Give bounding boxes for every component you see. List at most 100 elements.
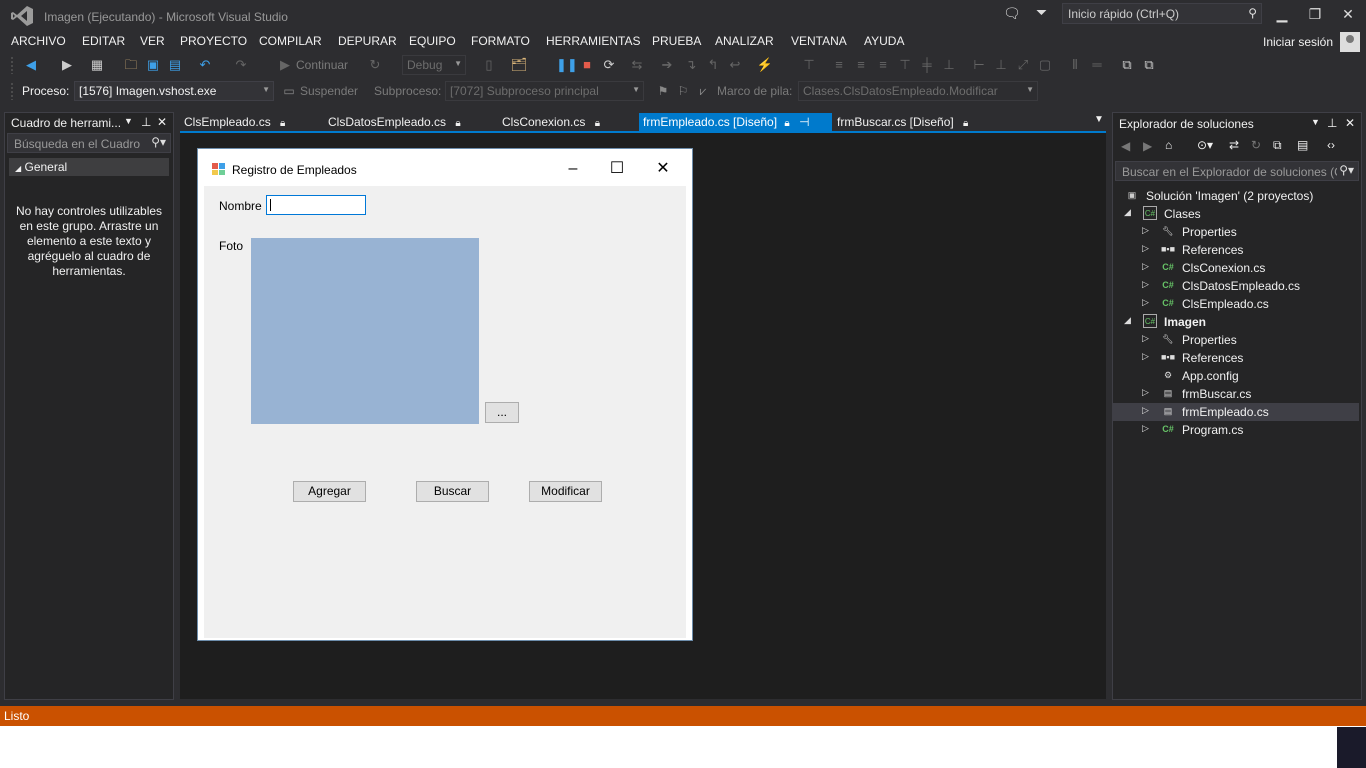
align-left-icon[interactable]: ≡ [830, 56, 848, 74]
toolbox-search-input[interactable]: Búsqueda en el Cuadro ⚲▾ [7, 133, 171, 153]
tree-project-imagen[interactable]: ◢ C# Imagen [1113, 313, 1359, 331]
close-button[interactable]: ✕ [1331, 4, 1365, 24]
sync-icon[interactable]: ⇄ [1229, 138, 1239, 152]
show-threads-icon[interactable]: ⩗ [694, 82, 712, 100]
redo-icon[interactable]: ↷ [232, 56, 250, 74]
make-same-width-icon[interactable]: ⊢ [970, 56, 988, 74]
hex-display-icon[interactable]: ⚡ [756, 56, 774, 74]
minimize-button[interactable]: ▁ [1265, 4, 1299, 24]
align-top-icon[interactable]: ⊤ [896, 56, 914, 74]
menu-equipo[interactable]: EQUIPO [409, 34, 456, 48]
tree-item-app-config[interactable]: ⚙ App.config [1113, 367, 1359, 385]
send-to-back-icon[interactable]: ⧉ [1140, 56, 1158, 74]
make-same-size-icon[interactable]: ▢ [1036, 56, 1054, 74]
tab-clsconexion[interactable]: ClsConexion.cs 🔒︎ [498, 113, 604, 131]
save-icon[interactable]: ▣ [144, 56, 162, 74]
browse-button[interactable]: ... [485, 402, 519, 423]
tab-list-dropdown-icon[interactable]: ▼ [1094, 114, 1104, 125]
agregar-button[interactable]: Agregar [293, 481, 366, 502]
align-icon[interactable]: ⊤ [800, 56, 818, 74]
tree-item-clsdatosempleado[interactable]: ▷ C# ClsDatosEmpleado.cs [1113, 277, 1359, 295]
pin-icon[interactable]: ⊥ [1327, 116, 1337, 130]
continue-icon[interactable]: ▶ [276, 56, 294, 74]
make-same-height-icon[interactable]: ⊥ [992, 56, 1010, 74]
align-center-icon[interactable]: ≡ [852, 56, 870, 74]
toolbox-group-general[interactable]: ◢ General [9, 158, 169, 176]
tree-item-properties[interactable]: ▷ 🔧︎ Properties [1113, 223, 1359, 241]
configuration-dropdown[interactable]: Debug ▼ [402, 55, 466, 75]
tree-item-frmempleado[interactable]: ▷ ▤ frmEmpleado.cs [1113, 403, 1359, 421]
step-over-icon[interactable]: ↴ [682, 56, 700, 74]
show-all-files-icon[interactable]: ▤ [1297, 138, 1308, 152]
collapse-all-icon[interactable]: ⧉ [1273, 138, 1282, 153]
home-icon[interactable]: ⌂ [1165, 138, 1172, 152]
horizontal-spacing-icon[interactable]: ⫴ [1066, 56, 1084, 74]
stack-frame-dropdown[interactable]: Clases.ClsDatosEmpleado.Modificar ▼ [798, 81, 1038, 101]
menu-prueba[interactable]: PRUEBA [652, 34, 701, 48]
bring-to-front-icon[interactable]: ⧉ [1118, 56, 1136, 74]
toolbar-grip[interactable] [10, 56, 14, 74]
tree-item-clsempleado[interactable]: ▷ C# ClsEmpleado.cs [1113, 295, 1359, 313]
new-project-icon[interactable]: ▦ [88, 56, 106, 74]
flag-all-threads-icon[interactable]: ⚐ [674, 82, 692, 100]
dropdown-icon[interactable]: ▼ [1311, 117, 1320, 127]
menu-ver[interactable]: VER [140, 34, 165, 48]
form-close-icon[interactable]: ✕ [648, 157, 678, 181]
refresh-icon[interactable]: ↻ [1251, 138, 1261, 152]
open-folder-icon[interactable]: 🗀 [122, 56, 140, 74]
forward-icon[interactable]: ▶ [58, 56, 76, 74]
solution-explorer-search-input[interactable]: Buscar en el Explorador de soluciones (C… [1115, 161, 1359, 181]
back-icon[interactable]: ◀ [22, 56, 40, 74]
step-out-icon[interactable]: ↰ [704, 56, 722, 74]
suspend-button[interactable]: Suspender [300, 84, 358, 98]
menu-herramientas[interactable]: HERRAMIENTAS [546, 34, 640, 48]
continue-button[interactable]: Continuar [296, 58, 348, 72]
tree-item-properties[interactable]: ▷ 🔧︎ Properties [1113, 331, 1359, 349]
pause-icon[interactable]: ❚❚ [556, 56, 578, 74]
forward-icon[interactable]: ▶ [1143, 139, 1152, 153]
menu-archivo[interactable]: ARCHIVO [11, 34, 66, 48]
tab-clsdatosempleado[interactable]: ClsDatosEmpleado.cs 🔒︎ [324, 113, 465, 131]
menu-ayuda[interactable]: AYUDA [864, 34, 904, 48]
process-dropdown[interactable]: [1576] Imagen.vshost.exe ▼ [74, 81, 274, 101]
platform-icon[interactable]: ▯ [480, 56, 498, 74]
show-next-statement-icon[interactable]: ⇆ [628, 56, 646, 74]
dropdown-icon[interactable]: ▼ [124, 116, 133, 126]
designer-form[interactable]: Registro de Empleados – ☐ ✕ Nombre Foto … [197, 148, 693, 641]
debug-toolbar-grip[interactable] [10, 82, 14, 100]
view-code-icon[interactable]: ‹› [1327, 138, 1335, 152]
tree-item-clsconexion[interactable]: ▷ C# ClsConexion.cs [1113, 259, 1359, 277]
nombre-textbox[interactable] [266, 195, 366, 215]
step-into-icon[interactable]: ➔ [658, 56, 676, 74]
menu-formato[interactable]: FORMATO [471, 34, 530, 48]
menu-compilar[interactable]: COMPILAR [259, 34, 322, 48]
restore-button[interactable]: ❐ [1298, 4, 1332, 24]
align-right-icon[interactable]: ≡ [874, 56, 892, 74]
form-minimize-icon[interactable]: – [558, 157, 588, 181]
tree-project-clases[interactable]: ◢ C# Clases [1113, 205, 1359, 223]
tab-frmempleado-design[interactable]: frmEmpleado.cs [Diseño] 🔒︎ ⊣ ✕ [639, 113, 832, 143]
modificar-button[interactable]: Modificar [529, 481, 602, 502]
feedback-icon[interactable]: 🗨 [1003, 5, 1021, 22]
pin-icon[interactable]: ⊥ [141, 115, 151, 129]
align-bottom-icon[interactable]: ⊥ [940, 56, 958, 74]
menu-proyecto[interactable]: PROYECTO [180, 34, 247, 48]
pending-changes-icon[interactable]: ⊙▾ [1197, 138, 1213, 152]
tree-item-references[interactable]: ▷ ■▪■ References [1113, 349, 1359, 367]
close-icon[interactable]: ✕ [157, 115, 167, 129]
menu-ventana[interactable]: VENTANA [791, 34, 847, 48]
avatar[interactable] [1340, 32, 1360, 52]
tree-solution[interactable]: ▣ Solución 'Imagen' (2 proyectos) [1113, 187, 1359, 205]
flag-thread-icon[interactable]: ⚑ [654, 82, 672, 100]
menu-analizar[interactable]: ANALIZAR [715, 34, 774, 48]
signin-link[interactable]: Iniciar sesión [1263, 35, 1333, 49]
menu-depurar[interactable]: DEPURAR [338, 34, 397, 48]
close-icon[interactable]: ✕ [1345, 116, 1355, 130]
tree-item-frmbuscar[interactable]: ▷ ▤ frmBuscar.cs [1113, 385, 1359, 403]
menu-editar[interactable]: EDITAR [82, 34, 125, 48]
thread-dropdown[interactable]: [7072] Subproceso principal ▼ [445, 81, 644, 101]
tab-frmbuscar-design[interactable]: frmBuscar.cs [Diseño] 🔒︎ [833, 113, 972, 131]
tree-item-program[interactable]: ▷ C# Program.cs [1113, 421, 1359, 439]
foto-picturebox[interactable] [251, 238, 479, 424]
stop-icon[interactable]: ■ [578, 56, 596, 74]
